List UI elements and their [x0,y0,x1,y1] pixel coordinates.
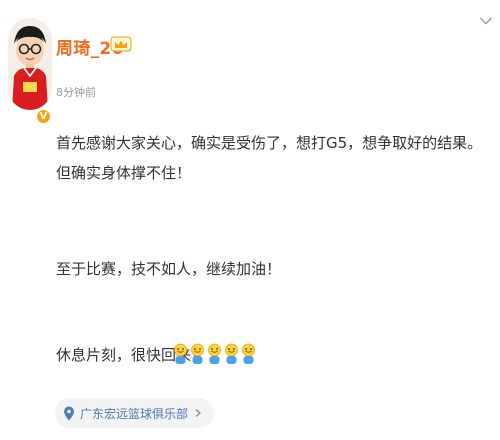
avatar-image [8,18,52,110]
crown-icon[interactable] [110,36,132,52]
location-name: 广东宏远篮球俱乐部 [80,406,189,421]
smiling-face-icon [208,343,221,364]
location-tag[interactable]: 广东宏远篮球俱乐部 [55,398,215,428]
emoji-row [172,343,257,367]
weibo-post: V 周琦_26 8分钟前 首先感谢大家关心，确实是受伤了，想打G5，想争取好的结… [0,0,500,440]
smiling-face-icon [191,343,204,364]
post-paragraph-1: 首先感谢大家关心，确实是受伤了，想打G5，想争取好的结果。但确实身体撑不住！ [56,134,483,182]
post-paragraph-3: 休息片刻，很快回来！ [56,346,207,364]
chevron-right-icon [195,409,202,417]
smiling-face-icon [174,343,187,364]
smiling-face-icon [225,343,238,364]
location-pin-icon [64,406,74,420]
chevron-down-icon[interactable] [479,16,493,26]
smiling-face-icon [242,343,255,364]
avatar[interactable]: V [8,18,52,125]
cartoon-avatar-icon [12,26,48,110]
verified-badge-icon: V [35,108,52,125]
post-paragraph-2: 至于比赛，技不如人，继续加油！ [56,260,282,278]
post-timestamp: 8分钟前 [56,86,96,99]
